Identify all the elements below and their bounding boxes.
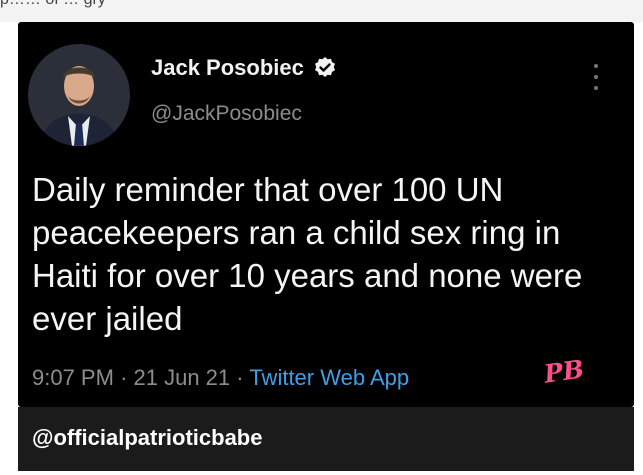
top-cropped-caption: p…… of … gry	[0, 0, 643, 22]
display-name[interactable]: Jack Posobiec	[151, 55, 337, 81]
meta-separator: ·	[120, 365, 128, 390]
avatar[interactable]	[28, 44, 130, 146]
footer-bar: @officialpatrioticbabe	[18, 407, 634, 471]
display-name-text: Jack Posobiec	[151, 55, 304, 80]
tweet-time[interactable]: 9:07 PM	[32, 365, 114, 390]
account-watermark: @officialpatrioticbabe	[32, 425, 263, 450]
tweet-card: Jack Posobiec @JackPosobiec Daily remind…	[18, 22, 634, 407]
cropped-caption-text: p…… of … gry	[0, 0, 106, 9]
avatar-image	[28, 44, 130, 146]
tweet-source-app[interactable]: Twitter Web App	[249, 365, 409, 390]
meta-separator: ·	[236, 365, 244, 390]
user-handle[interactable]: @JackPosobiec	[151, 102, 302, 126]
tweet-meta: 9:07 PM · 21 Jun 21 · Twitter Web App	[32, 365, 409, 391]
verified-badge-icon	[314, 57, 335, 77]
tweet-text: Daily reminder that over 100 UN peacekee…	[32, 171, 583, 337]
tweet-date[interactable]: 21 Jun 21	[134, 365, 231, 390]
vertical-more-icon[interactable]	[592, 64, 600, 90]
pb-watermark: PB	[542, 354, 586, 389]
